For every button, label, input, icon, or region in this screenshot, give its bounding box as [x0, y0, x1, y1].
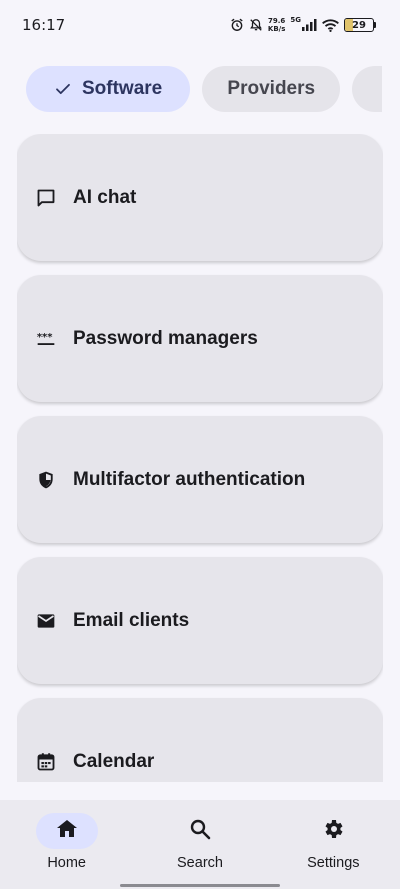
status-time: 16:17	[22, 16, 66, 34]
battery-level: 29	[352, 19, 366, 31]
password-dots-icon: ***	[35, 328, 57, 350]
network-speed-unit: KB/s	[267, 25, 286, 33]
chip-providers[interactable]: Providers	[202, 66, 341, 112]
bottom-navigation: Home Search Settings	[0, 800, 400, 889]
chip-providers-label: Providers	[227, 78, 316, 99]
nav-home[interactable]: Home	[0, 800, 133, 889]
card-label: Email clients	[73, 609, 190, 631]
card-email-clients[interactable]: Email clients	[17, 557, 383, 684]
nav-home-indicator	[35, 813, 98, 849]
shield-icon	[35, 469, 57, 491]
battery-cap	[374, 22, 376, 28]
network-speed: 79.6 KB/s	[268, 17, 285, 33]
nav-search[interactable]: Search	[133, 800, 266, 889]
calendar-icon	[35, 751, 57, 773]
wifi-icon	[322, 18, 339, 32]
nav-settings-label: Settings	[307, 855, 360, 871]
gear-icon	[321, 817, 345, 845]
card-calendar[interactable]: Calendar	[17, 698, 383, 782]
category-list: AI chat *** Password managers Multifacto…	[17, 134, 383, 782]
cell-signal-icon	[302, 19, 317, 31]
nav-settings[interactable]: Settings	[267, 800, 400, 889]
status-icons: 79.6 KB/s 5G 29	[230, 16, 376, 33]
card-label: Calendar	[73, 750, 155, 772]
svg-text:***: ***	[37, 331, 53, 342]
card-label: Multifactor authentication	[73, 468, 306, 490]
card-label: AI chat	[73, 186, 137, 208]
chat-bubble-icon	[35, 187, 57, 209]
nav-search-indicator	[169, 813, 231, 849]
notifications-off-icon	[249, 18, 263, 32]
status-bar: 16:17 79.6 KB/s 5G 29	[0, 0, 400, 50]
nav-home-label: Home	[47, 855, 86, 871]
card-multifactor-authentication[interactable]: Multifactor authentication	[17, 416, 383, 543]
category-chips: Software Providers	[26, 66, 382, 112]
nav-search-label: Search	[177, 855, 223, 871]
check-icon	[54, 80, 72, 98]
network-speed-value: 79.6	[267, 17, 286, 25]
chip-software-label: Software	[82, 78, 163, 99]
search-icon	[188, 817, 212, 845]
network-type: 5G	[290, 16, 301, 24]
nav-settings-indicator	[302, 813, 364, 849]
card-password-managers[interactable]: *** Password managers	[17, 275, 383, 402]
card-label: Password managers	[73, 327, 258, 349]
home-icon	[55, 817, 79, 845]
envelope-icon	[35, 610, 57, 632]
alarm-icon	[230, 18, 244, 32]
gesture-bar[interactable]	[120, 884, 280, 887]
battery-indicator: 29	[344, 18, 374, 32]
card-ai-chat[interactable]: AI chat	[17, 134, 383, 261]
chip-software[interactable]: Software	[26, 66, 191, 112]
chip-partial[interactable]	[352, 66, 382, 112]
